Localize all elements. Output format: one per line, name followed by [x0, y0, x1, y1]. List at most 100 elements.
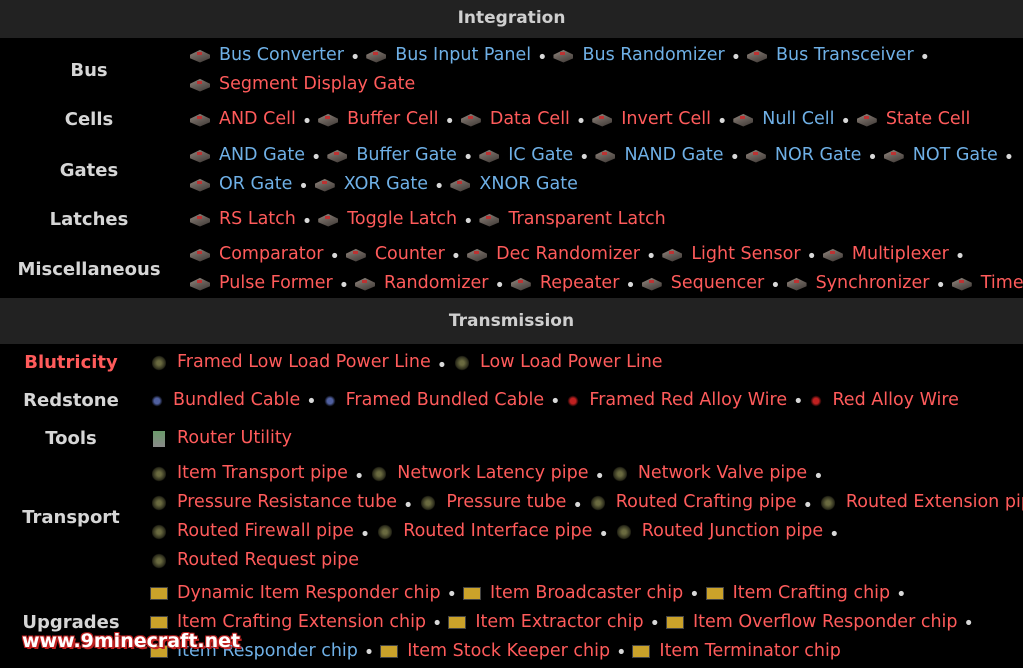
item-link-label[interactable]: Item Crafting chip	[733, 579, 891, 608]
item-link-label[interactable]: NOR Gate	[775, 141, 862, 170]
item-link-label[interactable]: Bus Transceiver	[776, 41, 914, 70]
item-link-label[interactable]: Dynamic Item Responder chip	[177, 579, 441, 608]
item-link-label[interactable]: Item Extractor chip	[475, 608, 643, 637]
item-link[interactable]: Routed Junction pipe	[615, 517, 823, 546]
item-link[interactable]: AND Gate	[190, 141, 305, 170]
item-link-label[interactable]: Buffer Gate	[356, 141, 457, 170]
item-link-label[interactable]: Comparator	[219, 240, 324, 269]
item-link[interactable]: Routed Crafting pipe	[589, 488, 797, 517]
item-link[interactable]: Light Sensor	[662, 240, 801, 269]
item-link-label[interactable]: AND Cell	[219, 105, 296, 134]
item-link-label[interactable]: Item Broadcaster chip	[490, 579, 683, 608]
item-link[interactable]: RS Latch	[190, 205, 296, 234]
item-link-label[interactable]: Bus Randomizer	[582, 41, 724, 70]
item-link[interactable]: Sequencer	[641, 269, 765, 298]
item-link-label[interactable]: Low Load Power Line	[480, 348, 663, 377]
item-link-label[interactable]: Routed Firewall pipe	[177, 517, 354, 546]
item-link[interactable]: Segment Display Gate	[190, 70, 415, 99]
item-link[interactable]: Item Crafting chip	[705, 579, 891, 608]
item-link-label[interactable]: Pulse Former	[219, 269, 333, 298]
item-link[interactable]: Buffer Gate	[327, 141, 457, 170]
item-link-label[interactable]: Repeater	[540, 269, 620, 298]
item-link-label[interactable]: Bus Input Panel	[395, 41, 531, 70]
item-link-label[interactable]: Data Cell	[490, 105, 570, 134]
item-link-label[interactable]: Transparent Latch	[508, 205, 665, 234]
item-link[interactable]: Dec Randomizer	[467, 240, 640, 269]
item-link[interactable]: Framed Low Load Power Line	[150, 348, 431, 377]
item-link-label[interactable]: Multiplexer	[852, 240, 949, 269]
item-link[interactable]: Red Alloy Wire	[809, 386, 959, 415]
item-link[interactable]: Transparent Latch	[479, 205, 666, 234]
item-link-label[interactable]: OR Gate	[219, 170, 292, 199]
item-link-label[interactable]: Framed Low Load Power Line	[177, 348, 431, 377]
item-link-label[interactable]: Item Transport pipe	[177, 459, 348, 488]
item-link[interactable]: Framed Bundled Cable	[322, 386, 544, 415]
item-link[interactable]: Dynamic Item Responder chip	[150, 579, 441, 608]
item-link-label[interactable]: Routed Request pipe	[177, 546, 359, 575]
item-link[interactable]: OR Gate	[190, 170, 292, 199]
item-link-label[interactable]: Routed Extension pipe	[846, 488, 1023, 517]
item-link-label[interactable]: Toggle Latch	[347, 205, 457, 234]
item-link[interactable]: NOR Gate	[745, 141, 862, 170]
item-link[interactable]: Buffer Cell	[318, 105, 439, 134]
item-link-label[interactable]: Null Cell	[762, 105, 834, 134]
item-link-label[interactable]: Framed Red Alloy Wire	[589, 386, 787, 415]
item-link[interactable]: XNOR Gate	[450, 170, 578, 199]
item-link[interactable]: Repeater	[510, 269, 620, 298]
item-link[interactable]: AND Cell	[190, 105, 296, 134]
item-link-label[interactable]: Randomizer	[384, 269, 488, 298]
item-link[interactable]: Network Valve pipe	[611, 459, 807, 488]
item-link-label[interactable]: Invert Cell	[621, 105, 711, 134]
item-link[interactable]: Framed Red Alloy Wire	[566, 386, 787, 415]
item-link-label[interactable]: Buffer Cell	[347, 105, 438, 134]
item-link-label[interactable]: Red Alloy Wire	[832, 386, 959, 415]
item-link-label[interactable]: XNOR Gate	[479, 170, 578, 199]
item-link[interactable]: Pressure Resistance tube	[150, 488, 397, 517]
item-link-label[interactable]: Framed Bundled Cable	[346, 386, 544, 415]
item-link-label[interactable]: XOR Gate	[344, 170, 428, 199]
item-link-label[interactable]: Network Valve pipe	[638, 459, 807, 488]
item-link[interactable]: Routed Extension pipe	[819, 488, 1023, 517]
item-link[interactable]: Low Load Power Line	[453, 348, 663, 377]
item-link-label[interactable]: Item Stock Keeper chip	[407, 637, 610, 666]
item-link[interactable]: NOT Gate	[883, 141, 998, 170]
item-link[interactable]: XOR Gate	[314, 170, 428, 199]
item-link-label[interactable]: Counter	[375, 240, 445, 269]
item-link[interactable]: Item Extractor chip	[448, 608, 644, 637]
item-link-label[interactable]: Segment Display Gate	[219, 70, 415, 99]
item-link-label[interactable]: NAND Gate	[624, 141, 723, 170]
item-link-label[interactable]: Network Latency pipe	[397, 459, 588, 488]
item-link-label[interactable]: Timer	[981, 269, 1023, 298]
item-link[interactable]: Router Utility	[150, 424, 292, 453]
item-link[interactable]: Routed Request pipe	[150, 546, 359, 575]
item-link[interactable]: Synchronizer	[786, 269, 930, 298]
item-link[interactable]: State Cell	[856, 105, 971, 134]
item-link-label[interactable]: Bundled Cable	[173, 386, 300, 415]
item-link-label[interactable]: RS Latch	[219, 205, 296, 234]
item-link-label[interactable]: IC Gate	[508, 141, 573, 170]
item-link[interactable]: Network Latency pipe	[370, 459, 588, 488]
item-link[interactable]: Null Cell	[733, 105, 834, 134]
item-link[interactable]: Toggle Latch	[318, 205, 457, 234]
item-link-label[interactable]: Dec Randomizer	[496, 240, 640, 269]
item-link[interactable]: Bus Randomizer	[553, 41, 725, 70]
item-link[interactable]: Bundled Cable	[150, 386, 300, 415]
item-link[interactable]: Item Terminator chip	[632, 637, 841, 666]
item-link[interactable]: Bus Converter	[190, 41, 344, 70]
item-link[interactable]: Item Broadcaster chip	[462, 579, 683, 608]
item-link-label[interactable]: Sequencer	[671, 269, 765, 298]
item-link[interactable]: Bus Input Panel	[366, 41, 531, 70]
item-link[interactable]: Data Cell	[460, 105, 570, 134]
item-link[interactable]: Comparator	[190, 240, 324, 269]
item-link-label[interactable]: State Cell	[886, 105, 971, 134]
item-link[interactable]: Multiplexer	[822, 240, 949, 269]
item-link[interactable]: Counter	[345, 240, 445, 269]
item-link-label[interactable]: Synchronizer	[816, 269, 930, 298]
item-link-label[interactable]: Routed Junction pipe	[642, 517, 823, 546]
item-link-label[interactable]: Pressure tube	[446, 488, 566, 517]
item-link-label[interactable]: Item Terminator chip	[659, 637, 841, 666]
item-link[interactable]: Pulse Former	[190, 269, 333, 298]
item-link[interactable]: Item Overflow Responder chip	[665, 608, 958, 637]
item-link[interactable]: Routed Interface pipe	[376, 517, 592, 546]
item-link[interactable]: Item Stock Keeper chip	[380, 637, 610, 666]
